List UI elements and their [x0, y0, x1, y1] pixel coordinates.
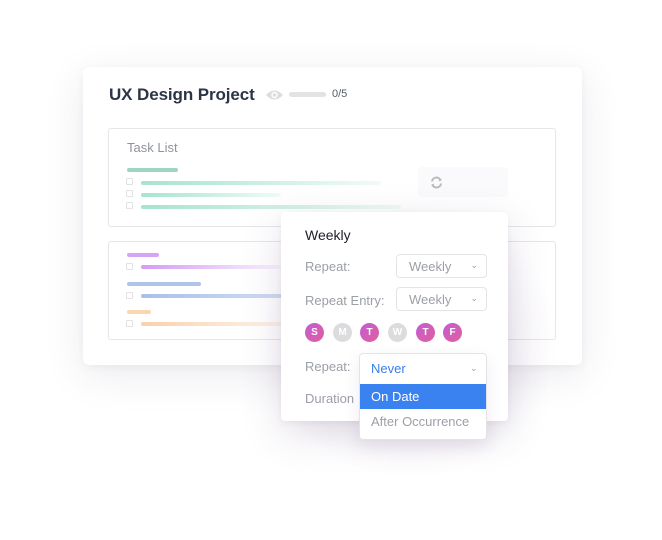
- task-bar: [141, 322, 291, 326]
- dropdown-option-on-date[interactable]: On Date: [360, 384, 486, 409]
- dropdown-option-after-occurrence[interactable]: After Occurrence: [371, 414, 469, 429]
- eye-icon[interactable]: [265, 89, 284, 101]
- task-checkbox[interactable]: [126, 292, 133, 299]
- task-checkbox[interactable]: [126, 263, 133, 270]
- task-checkbox[interactable]: [126, 178, 133, 185]
- chevron-down-icon: ⌄: [470, 293, 478, 303]
- task-checkbox[interactable]: [126, 202, 133, 209]
- task-checkbox[interactable]: [126, 320, 133, 327]
- group-heading-bar: [127, 310, 151, 314]
- task-checkbox[interactable]: [126, 190, 133, 197]
- task-bar: [141, 205, 401, 209]
- day-toggle-friday[interactable]: F: [443, 323, 462, 342]
- task-list-heading-bar: [127, 168, 178, 172]
- task-bar: [141, 193, 281, 197]
- task-bar: [141, 181, 381, 185]
- repeat-entry-select[interactable]: Weekly ⌄: [396, 287, 487, 311]
- repeat-select[interactable]: Weekly ⌄: [396, 254, 487, 278]
- group-heading-bar: [127, 282, 201, 286]
- duration-label: Duration: [305, 391, 355, 406]
- day-toggle-thursday[interactable]: T: [416, 323, 435, 342]
- chevron-down-icon: ⌄: [470, 260, 478, 270]
- popup-title: Weekly: [305, 227, 351, 243]
- popup-arrow: [432, 205, 446, 212]
- day-toggle-monday[interactable]: M: [333, 323, 352, 342]
- repeat-entry-label: Repeat Entry:: [305, 293, 385, 308]
- day-toggle-wednesday[interactable]: W: [388, 323, 407, 342]
- end-repeat-current-value[interactable]: Never: [371, 361, 406, 376]
- end-repeat-label: Repeat:: [305, 359, 351, 374]
- task-bar: [141, 265, 281, 269]
- progress-count: 0/5: [332, 88, 348, 100]
- day-toggle-sunday[interactable]: S: [305, 323, 324, 342]
- refresh-icon[interactable]: [430, 176, 443, 189]
- dropdown-option-label: On Date: [371, 389, 420, 404]
- task-bar: [141, 294, 291, 298]
- chevron-down-icon: ⌄: [470, 363, 478, 373]
- progress-bar: [289, 92, 326, 97]
- repeat-label: Repeat:: [305, 259, 351, 274]
- day-toggle-tuesday[interactable]: T: [360, 323, 379, 342]
- repeat-entry-select-value: Weekly: [409, 292, 452, 307]
- group-heading-bar: [127, 253, 159, 257]
- repeat-select-value: Weekly: [409, 259, 452, 274]
- project-title: UX Design Project: [109, 85, 255, 104]
- task-list-title: Task List: [127, 140, 178, 155]
